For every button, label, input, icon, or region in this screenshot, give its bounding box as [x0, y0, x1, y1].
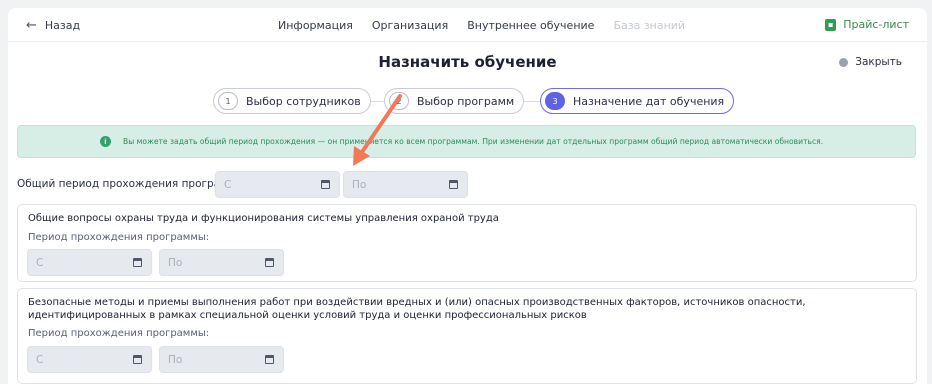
price-list-link[interactable]: ▪ Прайс-лист	[825, 18, 909, 31]
excel-icon: ▪	[825, 18, 837, 31]
date-placeholder: С	[224, 178, 232, 191]
general-date-from[interactable]: С	[215, 171, 340, 198]
program-date-from[interactable]: С	[27, 346, 152, 373]
info-icon: i	[100, 136, 111, 147]
close-label: Закрыть	[855, 56, 902, 68]
calendar-icon[interactable]	[133, 258, 142, 267]
close-button[interactable]: Закрыть	[839, 56, 902, 68]
top-bar: ← Назад Информация Организация Внутренне…	[8, 8, 927, 42]
arrow-left-icon: ←	[26, 18, 37, 33]
program-title: Общие вопросы охраны труда и функциониро…	[28, 213, 499, 224]
calendar-icon[interactable]	[265, 258, 274, 267]
info-banner: i Вы можете задать общий период прохожде…	[17, 125, 916, 158]
step-number: 2	[389, 92, 409, 110]
program-period-label: Период прохождения программы:	[28, 232, 210, 243]
back-label: Назад	[44, 19, 81, 32]
program-card: Безопасные методы и приемы выполнения ра…	[17, 288, 917, 384]
step-label: Назначение дат обучения	[573, 94, 725, 108]
close-icon	[839, 57, 849, 67]
date-placeholder: По	[168, 353, 183, 366]
step-assign-dates[interactable]: 3 Назначение дат обучения	[540, 88, 735, 114]
program-card: Общие вопросы охраны труда и функциониро…	[17, 204, 917, 282]
program-title: Безопасные методы и приемы выполнения ра…	[28, 297, 806, 321]
step-label: Выбор сотрудников	[246, 94, 361, 108]
step-number: 3	[545, 92, 565, 110]
step-select-programs[interactable]: 2 Выбор программ	[384, 88, 525, 114]
program-period-label: Период прохождения программы:	[28, 328, 210, 339]
date-placeholder: С	[36, 256, 44, 269]
date-placeholder: С	[36, 353, 44, 366]
back-button[interactable]: ← Назад	[26, 19, 80, 32]
program-date-to[interactable]: По	[159, 346, 284, 373]
calendar-icon[interactable]	[265, 355, 274, 364]
stepper: 1 Выбор сотрудников 2 Выбор программ 3 Н…	[8, 88, 927, 114]
page-title: Назначить обучение	[378, 53, 557, 71]
nav-internal-training[interactable]: Внутреннее обучение	[467, 19, 594, 32]
price-list-label: Прайс-лист	[843, 18, 909, 31]
step-label: Выбор программ	[417, 94, 515, 108]
calendar-icon[interactable]	[133, 355, 142, 364]
step-select-employees[interactable]: 1 Выбор сотрудников	[213, 88, 371, 114]
app-window: ← Назад Информация Организация Внутренне…	[8, 8, 927, 384]
program-date-from[interactable]: С	[27, 249, 152, 276]
main-nav: Информация Организация Внутреннее обучен…	[278, 19, 685, 32]
date-placeholder: По	[168, 256, 183, 269]
calendar-icon[interactable]	[449, 180, 458, 189]
nav-knowledge-base: База знаний	[613, 19, 686, 32]
step-number: 1	[218, 92, 238, 110]
general-period-label: Общий период прохождения программ:	[17, 178, 240, 190]
general-date-to[interactable]: По	[343, 171, 468, 198]
program-date-to[interactable]: По	[159, 249, 284, 276]
nav-info[interactable]: Информация	[278, 19, 353, 32]
info-text: Вы можете задать общий период прохождени…	[123, 137, 824, 146]
calendar-icon[interactable]	[321, 180, 330, 189]
date-placeholder: По	[352, 178, 367, 191]
nav-organization[interactable]: Организация	[372, 19, 448, 32]
